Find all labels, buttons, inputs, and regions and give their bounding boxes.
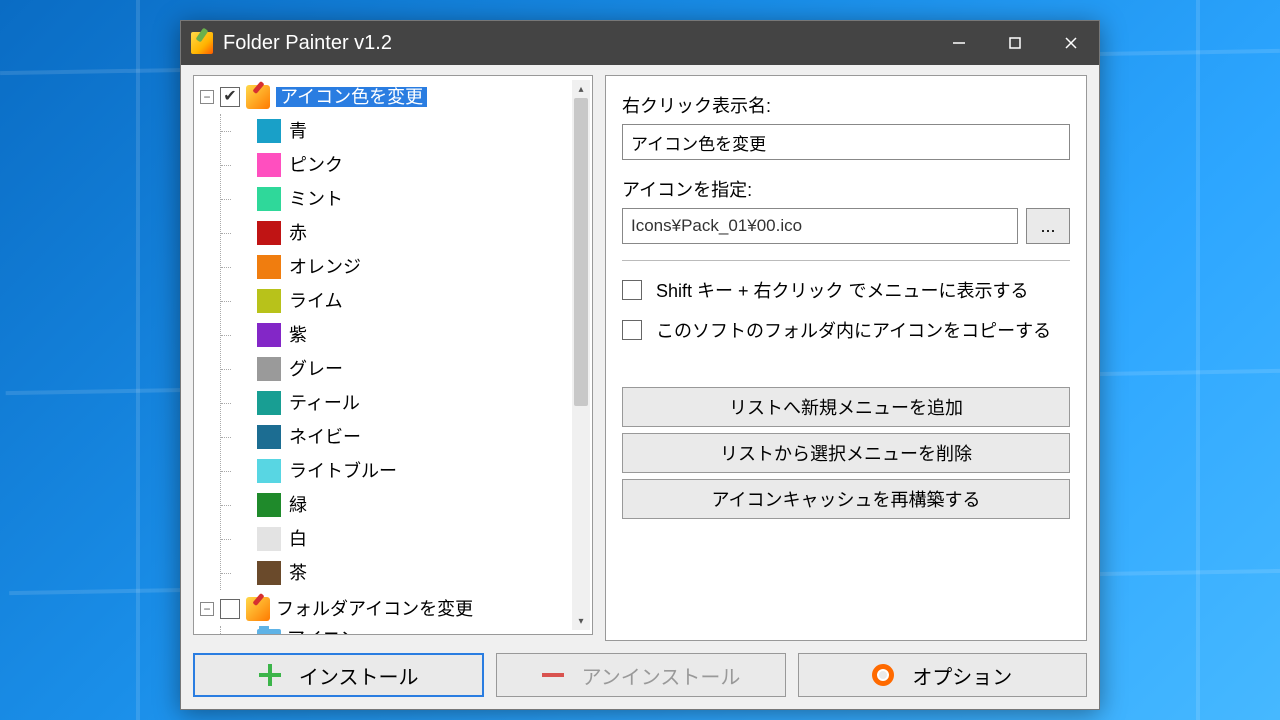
- tree-item-label: 赤: [289, 224, 307, 242]
- color-swatch-icon: [257, 527, 281, 551]
- minimize-button[interactable]: [931, 21, 987, 65]
- tree-root-2-label[interactable]: フォルダアイコンを変更: [276, 600, 473, 618]
- tree-item[interactable]: アイコン: [227, 626, 592, 635]
- tree-item-label: ティール: [289, 394, 360, 412]
- tree-item-label: 白: [289, 530, 307, 548]
- add-menu-button[interactable]: リストへ新規メニューを追加: [622, 387, 1070, 427]
- tree-item-label: 茶: [289, 564, 307, 582]
- tree-item-label: オレンジ: [289, 258, 361, 276]
- divider: [622, 260, 1070, 261]
- titlebar: Folder Painter v1.2: [181, 21, 1099, 65]
- display-name-label: 右クリック表示名:: [622, 92, 1070, 118]
- checkbox[interactable]: ✔: [220, 87, 240, 107]
- copy-icons-label: このソフトのフォルダ内にアイコンをコピーする: [656, 317, 1051, 343]
- paint-icon: [246, 85, 270, 109]
- collapse-icon[interactable]: −: [200, 602, 214, 616]
- app-icon: [191, 32, 213, 54]
- scroll-down-icon[interactable]: ▾: [572, 612, 590, 630]
- properties-panel: 右クリック表示名: アイコンを指定: ... Shift キー + 右クリック …: [605, 75, 1087, 641]
- shift-click-checkbox[interactable]: Shift キー + 右クリック でメニューに表示する: [622, 277, 1070, 303]
- scroll-up-icon[interactable]: ▴: [572, 80, 590, 98]
- color-swatch-icon: [257, 255, 281, 279]
- tree-root-1[interactable]: − ✔ アイコン色を変更: [200, 80, 592, 114]
- options-button[interactable]: オプション: [798, 653, 1087, 697]
- icon-path-input[interactable]: [622, 208, 1018, 244]
- color-swatch-icon: [257, 357, 281, 381]
- tree-item-label: ライトブルー: [289, 462, 397, 480]
- tree-item[interactable]: 白: [227, 522, 592, 556]
- install-button[interactable]: インストール: [193, 653, 484, 697]
- tree-panel: − ✔ アイコン色を変更 青ピンクミント赤オレンジライム紫グレーティールネイビー…: [193, 75, 593, 635]
- tree-item-label: アイコン: [287, 630, 358, 635]
- tree-item[interactable]: ライトブルー: [227, 454, 592, 488]
- collapse-icon[interactable]: −: [200, 90, 214, 104]
- uninstall-label: アンインストール: [582, 661, 741, 690]
- tree-item-label: ピンク: [289, 156, 343, 174]
- rebuild-cache-button[interactable]: アイコンキャッシュを再構築する: [622, 479, 1070, 519]
- color-swatch-icon: [257, 561, 281, 585]
- scrollbar[interactable]: ▴ ▾: [572, 80, 590, 630]
- tree-item[interactable]: 茶: [227, 556, 592, 590]
- checkbox[interactable]: [220, 599, 240, 619]
- maximize-button[interactable]: [987, 21, 1043, 65]
- tree-item[interactable]: グレー: [227, 352, 592, 386]
- checkbox[interactable]: [622, 280, 642, 300]
- color-swatch-icon: [257, 289, 281, 313]
- tree-root-1-label[interactable]: アイコン色を変更: [276, 87, 427, 107]
- tree-root-2[interactable]: − フォルダアイコンを変更: [200, 592, 592, 626]
- tree-item-label: 緑: [289, 496, 307, 514]
- color-swatch-icon: [257, 221, 281, 245]
- color-swatch-icon: [257, 425, 281, 449]
- shift-click-label: Shift キー + 右クリック でメニューに表示する: [656, 277, 1029, 303]
- plus-icon: [259, 664, 281, 686]
- color-swatch-icon: [257, 459, 281, 483]
- tree-item[interactable]: オレンジ: [227, 250, 592, 284]
- tree-item[interactable]: ライム: [227, 284, 592, 318]
- tree-item[interactable]: 紫: [227, 318, 592, 352]
- color-swatch-icon: [257, 119, 281, 143]
- scroll-thumb[interactable]: [574, 98, 588, 406]
- app-window: Folder Painter v1.2 − ✔ アイコン色を変更: [180, 20, 1100, 710]
- tree-item[interactable]: 赤: [227, 216, 592, 250]
- window-title: Folder Painter v1.2: [223, 32, 392, 55]
- copy-icons-checkbox[interactable]: このソフトのフォルダ内にアイコンをコピーする: [622, 317, 1070, 343]
- tree-item[interactable]: 青: [227, 114, 592, 148]
- browse-button[interactable]: ...: [1026, 208, 1070, 244]
- icon-path-label: アイコンを指定:: [622, 176, 1070, 202]
- scroll-track[interactable]: [572, 98, 590, 612]
- tree-item-label: グレー: [289, 360, 343, 378]
- close-button[interactable]: [1043, 21, 1099, 65]
- minus-icon: [542, 664, 564, 686]
- lifebuoy-icon: [872, 664, 894, 686]
- options-label: オプション: [912, 661, 1012, 690]
- uninstall-button[interactable]: アンインストール: [496, 653, 785, 697]
- install-label: インストール: [299, 661, 419, 690]
- remove-menu-button[interactable]: リストから選択メニューを削除: [622, 433, 1070, 473]
- tree-item-label: ライム: [289, 292, 343, 310]
- color-swatch-icon: [257, 153, 281, 177]
- checkbox[interactable]: [622, 320, 642, 340]
- display-name-input[interactable]: [622, 124, 1070, 160]
- tree-item[interactable]: ミント: [227, 182, 592, 216]
- tree-item[interactable]: ピンク: [227, 148, 592, 182]
- color-swatch-icon: [257, 493, 281, 517]
- color-swatch-icon: [257, 323, 281, 347]
- tree-item-label: ミント: [289, 190, 343, 208]
- folder-icon: [257, 629, 281, 635]
- tree-item[interactable]: 緑: [227, 488, 592, 522]
- color-swatch-icon: [257, 391, 281, 415]
- tree-item-label: ネイビー: [289, 428, 361, 446]
- tree-item-label: 青: [289, 122, 307, 140]
- tree-item-label: 紫: [289, 326, 307, 344]
- tree-item[interactable]: ネイビー: [227, 420, 592, 454]
- footer: インストール アンインストール オプション: [181, 653, 1099, 709]
- paint-icon: [246, 597, 270, 621]
- tree-item[interactable]: ティール: [227, 386, 592, 420]
- color-swatch-icon: [257, 187, 281, 211]
